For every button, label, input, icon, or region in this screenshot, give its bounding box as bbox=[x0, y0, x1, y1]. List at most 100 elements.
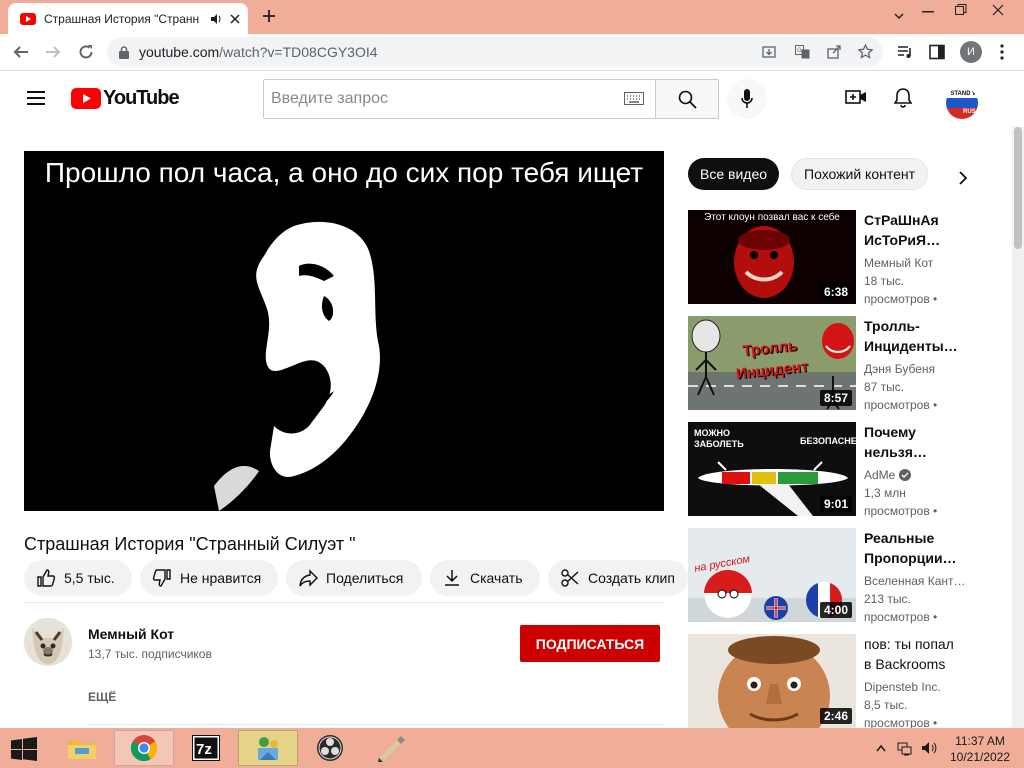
video-player[interactable]: Прошло пол часа, а оно до сих пор тебя и… bbox=[24, 151, 664, 511]
hamburger-menu-icon[interactable] bbox=[27, 91, 45, 105]
taskbar-network-app[interactable] bbox=[238, 730, 298, 766]
recommended-video-title[interactable]: Реальные Пропорции… bbox=[864, 528, 964, 568]
browser-menu-icon[interactable] bbox=[1000, 44, 1004, 60]
taskbar-chrome[interactable] bbox=[114, 730, 174, 766]
search-icon bbox=[678, 90, 697, 109]
subscribe-button[interactable]: ПОДПИСАТЬСЯ bbox=[520, 625, 660, 662]
chip-all-videos[interactable]: Все видео bbox=[688, 158, 780, 190]
install-app-icon[interactable] bbox=[762, 45, 776, 59]
video-title: Страшная История "Странный Силуэт " bbox=[24, 534, 356, 554]
recommended-video-title[interactable]: Тролль- Инциденты… bbox=[864, 316, 964, 356]
network-app-icon bbox=[254, 734, 282, 762]
browser-tab[interactable]: Страшная История "Странн bbox=[8, 3, 248, 34]
notifications-bell-icon[interactable] bbox=[894, 87, 912, 109]
share-page-icon[interactable] bbox=[827, 45, 841, 59]
microphone-icon bbox=[741, 89, 753, 109]
create-video-icon[interactable] bbox=[845, 89, 867, 105]
volume-icon[interactable] bbox=[921, 740, 937, 756]
video-thumbnail[interactable]: на русском 4:00 bbox=[688, 528, 856, 622]
video-thumbnail[interactable]: МОЖНО ЗАБОЛЕТЬ БЕЗОПАСНЕЕ 9:01 bbox=[688, 422, 856, 516]
taskbar-obs[interactable] bbox=[300, 730, 360, 766]
video-thumbnail[interactable]: Тролль Инцидент 8:57 bbox=[688, 316, 856, 410]
recommended-video[interactable]: Этот клоун позвал вас к себе 6:38 СтРаШн… bbox=[688, 210, 968, 306]
recommended-meta: просмотров • bbox=[864, 292, 938, 306]
share-button[interactable]: Поделиться bbox=[286, 560, 422, 596]
chip-related[interactable]: Похожий контент bbox=[791, 158, 929, 190]
search-button[interactable] bbox=[655, 79, 719, 119]
chevron-right-icon[interactable] bbox=[958, 170, 968, 186]
taskbar-file-explorer[interactable] bbox=[52, 730, 112, 766]
taskbar-clock[interactable]: 11:37 AM 10/21/2022 bbox=[944, 733, 1016, 765]
paint-brush-icon bbox=[377, 734, 407, 762]
title-line: Почему bbox=[864, 424, 916, 440]
thumbnail-text: БЕЗОПАСНЕЕ bbox=[800, 436, 856, 446]
close-window-icon[interactable] bbox=[992, 4, 1004, 16]
media-control-icon[interactable] bbox=[897, 44, 913, 60]
recommended-channel: AdMe bbox=[864, 468, 896, 482]
minimize-icon[interactable] bbox=[922, 11, 934, 13]
share-arrow-icon bbox=[298, 568, 326, 588]
restore-icon[interactable] bbox=[955, 4, 967, 16]
voice-search-button[interactable] bbox=[727, 79, 767, 119]
profile-avatar[interactable]: И bbox=[960, 41, 982, 63]
title-line: СтРаШнАя bbox=[864, 212, 939, 228]
like-button[interactable]: 5,5 тыс. bbox=[24, 560, 132, 596]
recommended-channel: Мемный Кот bbox=[864, 256, 934, 270]
download-button[interactable]: Скачать bbox=[430, 560, 540, 596]
tab-search-chevron-icon[interactable] bbox=[893, 10, 905, 22]
bookmark-star-icon[interactable] bbox=[858, 44, 873, 59]
dislike-button[interactable]: Не нравится bbox=[140, 560, 278, 596]
recommended-video[interactable]: Тролль Инцидент 8:57 Тролль- Инциденты… Д… bbox=[688, 316, 968, 412]
search-placeholder: Введите запрос bbox=[271, 90, 388, 107]
download-icon bbox=[442, 568, 470, 588]
title-line: ИсТоРиЯ… bbox=[864, 232, 941, 248]
browser-titlebar: Страшная История "Странн bbox=[0, 0, 1024, 34]
search-input[interactable]: Введите запрос bbox=[263, 79, 656, 119]
user-avatar[interactable]: I STAND W RUS bbox=[946, 87, 978, 119]
recommended-views: 213 тыс. bbox=[864, 592, 911, 606]
show-hidden-icons-icon[interactable] bbox=[876, 744, 886, 752]
divider bbox=[24, 602, 664, 603]
recommended-video-title[interactable]: СтРаШнАя ИсТоРиЯ… bbox=[864, 210, 964, 250]
title-line: Тролль- bbox=[864, 318, 920, 334]
recommended-video-title[interactable]: Почему нельзя… bbox=[864, 422, 964, 462]
show-more-button[interactable]: ЕЩЁ bbox=[88, 690, 116, 704]
create-clip-button[interactable]: Создать клип bbox=[548, 560, 688, 596]
back-icon[interactable] bbox=[13, 44, 29, 60]
clock-time: 11:37 AM bbox=[955, 734, 1005, 748]
recommended-views: 8,5 тыс. bbox=[864, 698, 908, 712]
channel-avatar[interactable] bbox=[24, 618, 72, 666]
video-thumbnail[interactable]: 2:46 bbox=[688, 634, 856, 728]
lock-icon[interactable] bbox=[119, 45, 129, 59]
forward-icon[interactable] bbox=[45, 44, 61, 60]
page-scrollbar[interactable] bbox=[1012, 127, 1024, 728]
keyboard-icon[interactable] bbox=[624, 92, 644, 105]
channel-name[interactable]: Мемный Кот bbox=[88, 626, 174, 642]
side-panel-icon[interactable] bbox=[929, 44, 945, 60]
network-status-icon[interactable] bbox=[897, 740, 913, 756]
avatar-text-bottom: RUS bbox=[963, 109, 976, 115]
address-bar[interactable]: youtube.com/watch?v=TD08CGY3OI4 G bbox=[107, 37, 883, 67]
translate-icon[interactable]: G bbox=[795, 45, 810, 59]
recommended-video[interactable]: на русском 4:00 Реальные Пропорции… Вселе… bbox=[688, 528, 968, 624]
recommended-video-title[interactable]: пов: ты попал в Backrooms bbox=[864, 634, 964, 674]
tab-close-icon[interactable] bbox=[230, 13, 240, 24]
youtube-logo[interactable]: YouTube bbox=[71, 87, 180, 110]
video-thumbnail[interactable]: Этот клоун позвал вас к себе 6:38 bbox=[688, 210, 856, 304]
svg-text:G: G bbox=[797, 48, 802, 54]
windows-start-icon[interactable] bbox=[10, 737, 38, 761]
recommended-video[interactable]: МОЖНО ЗАБОЛЕТЬ БЕЗОПАСНЕЕ 9:01 Почему нел… bbox=[688, 422, 968, 518]
taskbar-paint-app[interactable] bbox=[362, 730, 422, 766]
clock-date: 10/21/2022 bbox=[949, 750, 1011, 764]
new-tab-icon[interactable] bbox=[262, 9, 276, 23]
taskbar-7zip[interactable]: 7z bbox=[176, 730, 236, 766]
scrollbar-thumb[interactable] bbox=[1014, 127, 1022, 249]
reload-icon[interactable] bbox=[78, 44, 94, 60]
thumbnail-text: Этот клоун позвал вас к себе bbox=[704, 212, 840, 223]
recommended-channel: Dipensteb Inc. bbox=[864, 680, 941, 694]
audio-playing-icon[interactable] bbox=[210, 13, 222, 25]
cat-avatar-image bbox=[24, 618, 72, 666]
url-text: youtube.com/watch?v=TD08CGY3OI4 bbox=[139, 44, 378, 60]
recommended-channel: Вселенная Кант… bbox=[864, 574, 966, 588]
recommended-video[interactable]: 2:46 пов: ты попал в Backrooms Dipensteb … bbox=[688, 634, 968, 730]
